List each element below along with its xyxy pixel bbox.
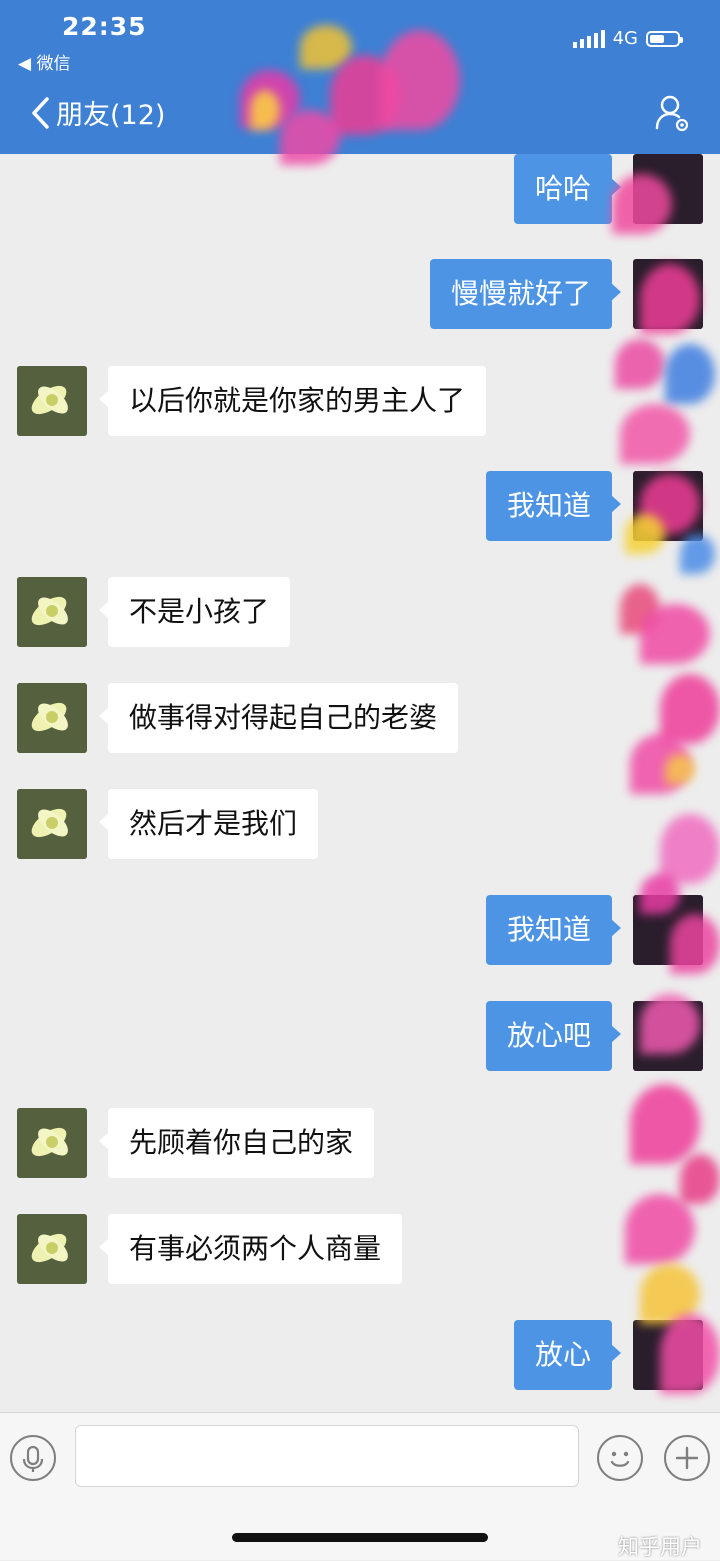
message-bubble[interactable]: 慢慢就好了	[429, 259, 622, 329]
voice-button[interactable]	[10, 1435, 56, 1481]
message-bubble[interactable]: 以后你就是你家的男主人了	[98, 366, 487, 436]
message-bubble[interactable]: 我知道	[485, 895, 622, 965]
message-bubble[interactable]: 我知道	[485, 471, 622, 541]
message-row: 先顾着你自己的家	[0, 1108, 720, 1188]
chat-title: 朋友(12)	[56, 100, 166, 131]
top-bar: 22:35 ◀ 微信 4G 朋友(12)	[0, 0, 720, 165]
message-bubble[interactable]: 然后才是我们	[98, 789, 319, 859]
watermark: 知乎用户	[618, 1535, 702, 1559]
microphone-icon	[22, 1445, 44, 1472]
back-chevron-icon	[32, 96, 49, 129]
message-row: 然后才是我们	[0, 789, 720, 869]
my-avatar[interactable]	[633, 154, 703, 224]
input-toolbar: 知乎用户	[0, 1412, 720, 1560]
message-list[interactable]: 哈哈 慢慢就好了 以后你就是你家的男主人了 我知道 不是小孩了 做事得对得起自己…	[0, 154, 720, 1412]
message-row: 不是小孩了	[0, 577, 720, 657]
contact-avatar[interactable]	[17, 683, 87, 753]
message-bubble[interactable]: 做事得对得起自己的老婆	[98, 683, 459, 753]
battery-icon	[646, 30, 683, 47]
back-button[interactable]: 朋友(12)	[30, 93, 165, 132]
network-type: 4G	[612, 28, 638, 49]
message-bubble[interactable]: 先顾着你自己的家	[98, 1108, 375, 1178]
message-row: 放心吧	[0, 1001, 720, 1081]
status-time: 22:35	[62, 12, 147, 41]
message-row: 慢慢就好了	[0, 259, 720, 339]
contact-avatar[interactable]	[17, 789, 87, 859]
message-bubble[interactable]: 哈哈	[513, 154, 622, 224]
group-settings-icon	[655, 95, 689, 132]
contact-avatar[interactable]	[17, 1108, 87, 1178]
my-avatar[interactable]	[633, 1001, 703, 1071]
my-avatar[interactable]	[633, 1320, 703, 1390]
message-row: 我知道	[0, 471, 720, 551]
emoji-icon	[610, 1451, 630, 1467]
message-row: 以后你就是你家的男主人了	[0, 366, 720, 446]
signal-icon	[572, 29, 605, 48]
group-info-button[interactable]	[654, 94, 690, 138]
message-bubble[interactable]: 放心	[513, 1320, 622, 1390]
message-row: 做事得对得起自己的老婆	[0, 683, 720, 763]
my-avatar[interactable]	[633, 895, 703, 965]
my-avatar[interactable]	[633, 259, 703, 329]
message-row: 哈哈	[0, 154, 720, 234]
message-input[interactable]	[75, 1425, 579, 1487]
message-row: 放心	[0, 1320, 720, 1400]
message-row: 我知道	[0, 895, 720, 975]
emoji-button[interactable]	[597, 1435, 643, 1481]
status-icons: 4G	[572, 28, 683, 49]
message-bubble[interactable]: 不是小孩了	[98, 577, 291, 647]
plus-icon	[675, 1446, 699, 1470]
contact-avatar[interactable]	[17, 366, 87, 436]
message-row: 有事必须两个人商量	[0, 1214, 720, 1294]
back-to-app-link[interactable]: ◀ 微信	[18, 49, 70, 74]
home-indicator[interactable]	[232, 1533, 488, 1542]
contact-avatar[interactable]	[17, 1214, 87, 1284]
contact-avatar[interactable]	[17, 577, 87, 647]
more-button[interactable]	[664, 1435, 710, 1481]
message-bubble[interactable]: 放心吧	[485, 1001, 622, 1071]
my-avatar[interactable]	[633, 471, 703, 541]
message-bubble[interactable]: 有事必须两个人商量	[98, 1214, 403, 1284]
